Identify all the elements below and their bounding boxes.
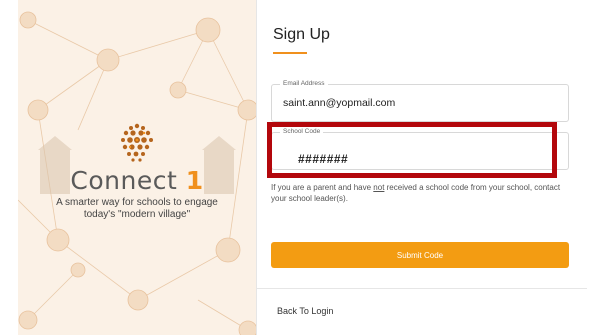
school-code-label: School Code <box>280 128 324 135</box>
help-text: If you are a parent and have not receive… <box>271 183 561 203</box>
tagline-line-1: A smarter way for schools to engage <box>56 197 218 208</box>
brand-tagline: A smarter way for schools to engage toda… <box>18 197 256 221</box>
divider <box>257 288 587 289</box>
email-field[interactable]: Email Address saint.ann@yopmail.com <box>271 80 569 122</box>
email-label: Email Address <box>280 80 328 87</box>
help-emphasis: not <box>373 183 385 192</box>
school-code-value[interactable]: ####### <box>298 152 348 166</box>
tagline-line-2: today's "modern village" <box>83 209 191 220</box>
dotted-globe-icon <box>121 123 153 162</box>
signup-card: Sign Up Email Address saint.ann@yopmail.… <box>256 0 587 335</box>
back-to-login-link[interactable]: Back To Login <box>277 306 333 316</box>
brand-name: Connect 1 <box>70 166 204 195</box>
hero-panel: Connect 1 A smarter way for schools to e… <box>18 0 256 335</box>
page-title: Sign Up <box>273 26 330 43</box>
email-value[interactable]: saint.ann@yopmail.com <box>283 97 395 109</box>
brand-block: Connect 1 A smarter way for schools to e… <box>18 120 256 221</box>
school-code-field[interactable]: School Code ####### <box>271 128 569 170</box>
title-underline <box>273 52 307 54</box>
submit-code-button[interactable]: Submit Code <box>271 242 569 268</box>
